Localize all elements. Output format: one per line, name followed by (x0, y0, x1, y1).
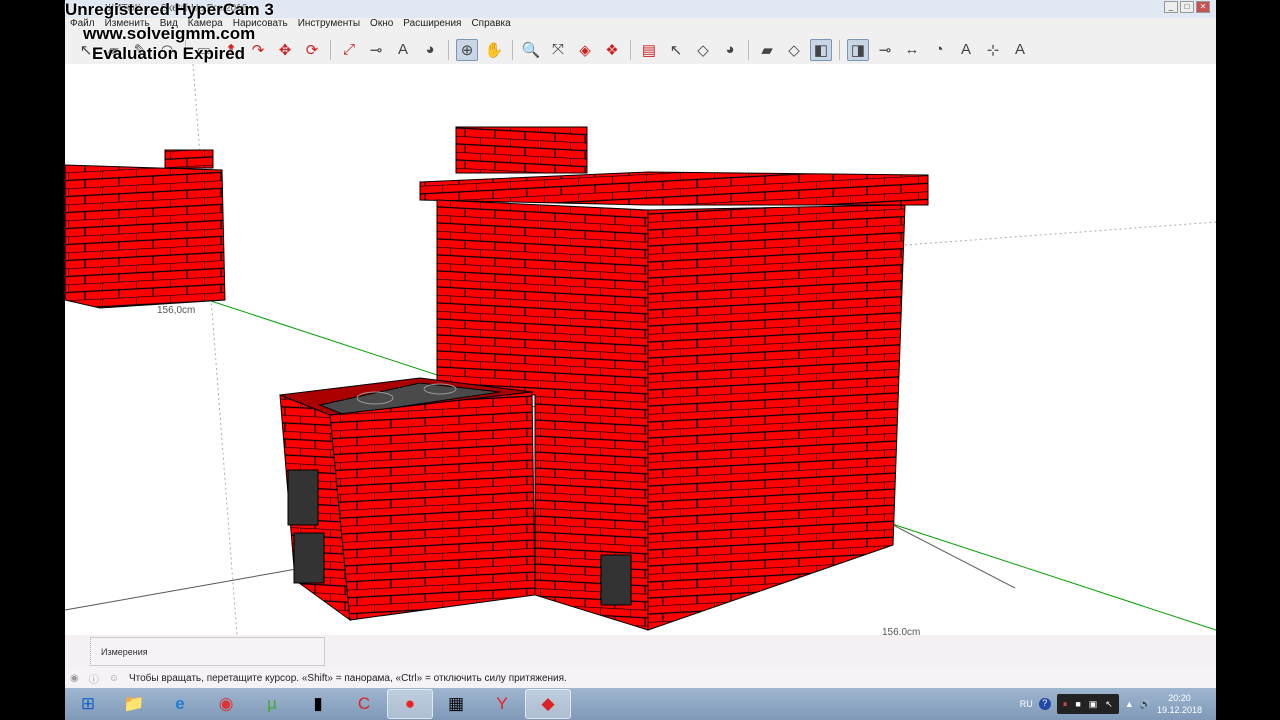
section-tool-icon[interactable]: ◈ (574, 39, 596, 61)
geo-icon[interactable]: ◉ (70, 673, 79, 684)
model-scene: 156,0cm 156,0cm (65, 64, 1216, 635)
menu-extensions[interactable]: Расширения (403, 18, 461, 32)
toolbar-separator (448, 39, 449, 60)
pan-tool-icon[interactable]: ✋ (483, 39, 505, 61)
measurements-panel: Измерения (65, 635, 1216, 668)
orbit-tool-icon[interactable]: ⊕ (456, 38, 478, 61)
info-icon[interactable]: ⓘ (89, 671, 99, 686)
measurements-box[interactable]: Измерения (90, 637, 325, 666)
dimension-right: 156,0cm (882, 627, 920, 635)
watermark-line2: www.solveigmm.com (83, 24, 256, 43)
taskbar-explorer[interactable]: 📁 (111, 689, 157, 719)
eraser2-tool-icon[interactable]: ▰ (756, 39, 778, 61)
recorder-controls: ⏸ ■ ▣ ↖ (1056, 694, 1119, 714)
taskbar-yandex[interactable]: Y (479, 689, 525, 719)
toolbar-separator (330, 39, 331, 60)
view-top-tool-icon[interactable]: ◨ (847, 38, 869, 61)
rotate-tool-icon[interactable]: ⟳ (301, 39, 323, 61)
text-tool-icon[interactable]: A (392, 39, 414, 61)
pause-icon[interactable]: ⏸ (1063, 699, 1068, 710)
clock-date: 19.12.2018 (1156, 705, 1202, 715)
volume-icon[interactable]: 🔊 (1140, 699, 1151, 710)
paint-bucket-tool-icon[interactable]: ◕ (419, 39, 441, 61)
3d-text-tool-icon[interactable]: A (1009, 39, 1031, 61)
tape2-tool-icon[interactable]: ⊸ (874, 39, 896, 61)
move-tool-icon[interactable]: ✥ (274, 39, 296, 61)
taskbar-sketchup[interactable]: ◆ (525, 689, 571, 719)
dimension-left: 156,0cm (157, 305, 195, 316)
stop-icon[interactable]: ■ (1075, 699, 1080, 709)
minimize-button[interactable]: _ (1164, 1, 1178, 13)
start-button[interactable]: ⊞ (65, 689, 111, 719)
cleaning-door (600, 554, 632, 606)
paint2-tool-icon[interactable]: ◕ (719, 39, 741, 61)
taskbar-ccleaner[interactable]: C (341, 689, 387, 719)
user-icon[interactable]: ☺ (109, 673, 119, 684)
menu-help[interactable]: Справка (471, 18, 510, 32)
axes-tool-icon[interactable]: ⊹ (982, 39, 1004, 61)
orbit2-tool-icon[interactable]: ◇ (783, 39, 805, 61)
clock[interactable]: 20:20 19.12.2018 (1157, 692, 1202, 716)
zoom-tool-icon[interactable]: 🔍 (520, 39, 542, 61)
cornice (419, 171, 929, 206)
toolbar-separator (748, 39, 749, 60)
sketchup-window: ШИТОК ... - SketchUp Pro 2016 _ □ ✕ Файл И… (65, 0, 1216, 688)
component2-tool-icon[interactable]: ◇ (692, 39, 714, 61)
select2-tool-icon[interactable]: ↖ (665, 39, 687, 61)
tape-measure-tool-icon[interactable]: ⊸ (365, 39, 387, 61)
background-stove (65, 164, 226, 309)
dimension-tool-icon[interactable]: ↔ (901, 39, 923, 61)
cursor-icon[interactable]: ↖ (1105, 699, 1113, 710)
warehouse-tool-icon[interactable]: ▤ (638, 39, 660, 61)
watermark-line1: Unregistered HyperCam 3 (65, 0, 274, 19)
camera-icon[interactable]: ▣ (1089, 699, 1098, 710)
toolbar-separator (839, 39, 840, 60)
protractor-tool-icon[interactable]: ◔ (928, 39, 950, 61)
taskbar: ⊞ 📁 e ◉ µ ▮ C ● ▦ Y ◆ RU ? ⏸ ■ ▣ ↖ ▲ 🔊 2… (65, 688, 1216, 720)
menu-tools[interactable]: Инструменты (298, 18, 360, 32)
fire-door (287, 469, 319, 526)
toolbar-separator (630, 39, 631, 60)
text2-tool-icon[interactable]: A (955, 39, 977, 61)
taskbar-calculator[interactable]: ▦ (433, 689, 479, 719)
watermark-line3: Evaluation Expired (92, 44, 246, 63)
chimney (455, 126, 588, 174)
menu-window[interactable]: Окно (370, 18, 393, 32)
maximize-button[interactable]: □ (1180, 1, 1194, 13)
help-icon[interactable]: ? (1038, 698, 1051, 710)
taskbar-chrome[interactable]: ◉ (203, 689, 249, 719)
status-bar: ◉ ⓘ ☺ Чтобы вращать, перетащите курсор. … (65, 668, 1216, 688)
measurements-label: Измерения (101, 647, 148, 657)
toolbar-separator (512, 39, 513, 60)
view-iso-tool-icon[interactable]: ◧ (810, 38, 832, 61)
stove-right-face (647, 204, 906, 631)
ash-door (293, 532, 325, 584)
taskbar-internet-explorer[interactable]: e (157, 689, 203, 719)
scale-tool-icon[interactable]: ⤢ (338, 39, 360, 61)
3d-viewport[interactable]: 156,0cm 156,0cm (65, 64, 1216, 635)
taskbar-utorrent[interactable]: µ (249, 689, 295, 719)
clock-time: 20:20 (1168, 693, 1191, 703)
status-text: Чтобы вращать, перетащите курсор. «Shift… (128, 672, 567, 684)
taskbar-system-tool[interactable]: ▮ (295, 689, 341, 719)
components-tool-icon[interactable]: ❖ (601, 39, 623, 61)
zoom-extents-tool-icon[interactable]: ⤧ (547, 39, 569, 61)
system-tray: RU ? ⏸ ■ ▣ ↖ ▲ 🔊 20:20 19.12.2018 (1020, 688, 1216, 720)
close-button[interactable]: ✕ (1196, 1, 1210, 13)
taskbar-hypercam[interactable]: ● (387, 689, 433, 719)
show-hidden-icon[interactable]: ▲ (1125, 699, 1134, 709)
cooktop-front-face (329, 391, 536, 621)
language-indicator[interactable]: RU (1020, 699, 1033, 709)
